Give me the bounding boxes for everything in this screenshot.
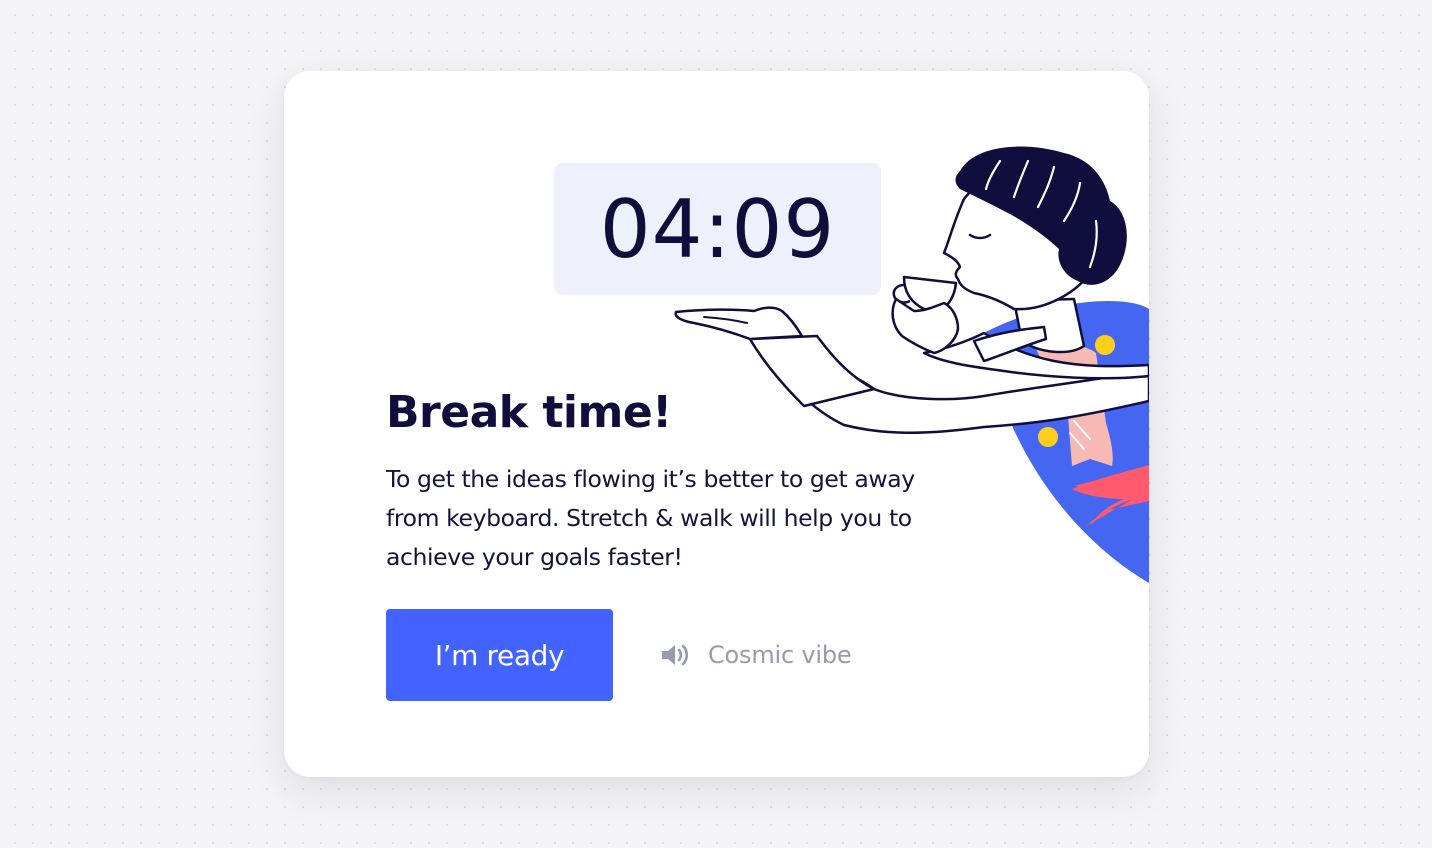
im-ready-button[interactable]: I’m ready: [386, 609, 613, 701]
countdown-timer: 04:09: [554, 163, 881, 295]
speaker-icon: [660, 642, 692, 668]
break-title: Break time!: [386, 387, 672, 438]
break-card: 04:09 Break time! To get the ideas flowi…: [284, 71, 1149, 777]
music-track-label: Cosmic vibe: [708, 641, 852, 669]
break-description: To get the ideas flowing it’s better to …: [386, 465, 915, 571]
music-toggle[interactable]: Cosmic vibe: [660, 637, 852, 673]
